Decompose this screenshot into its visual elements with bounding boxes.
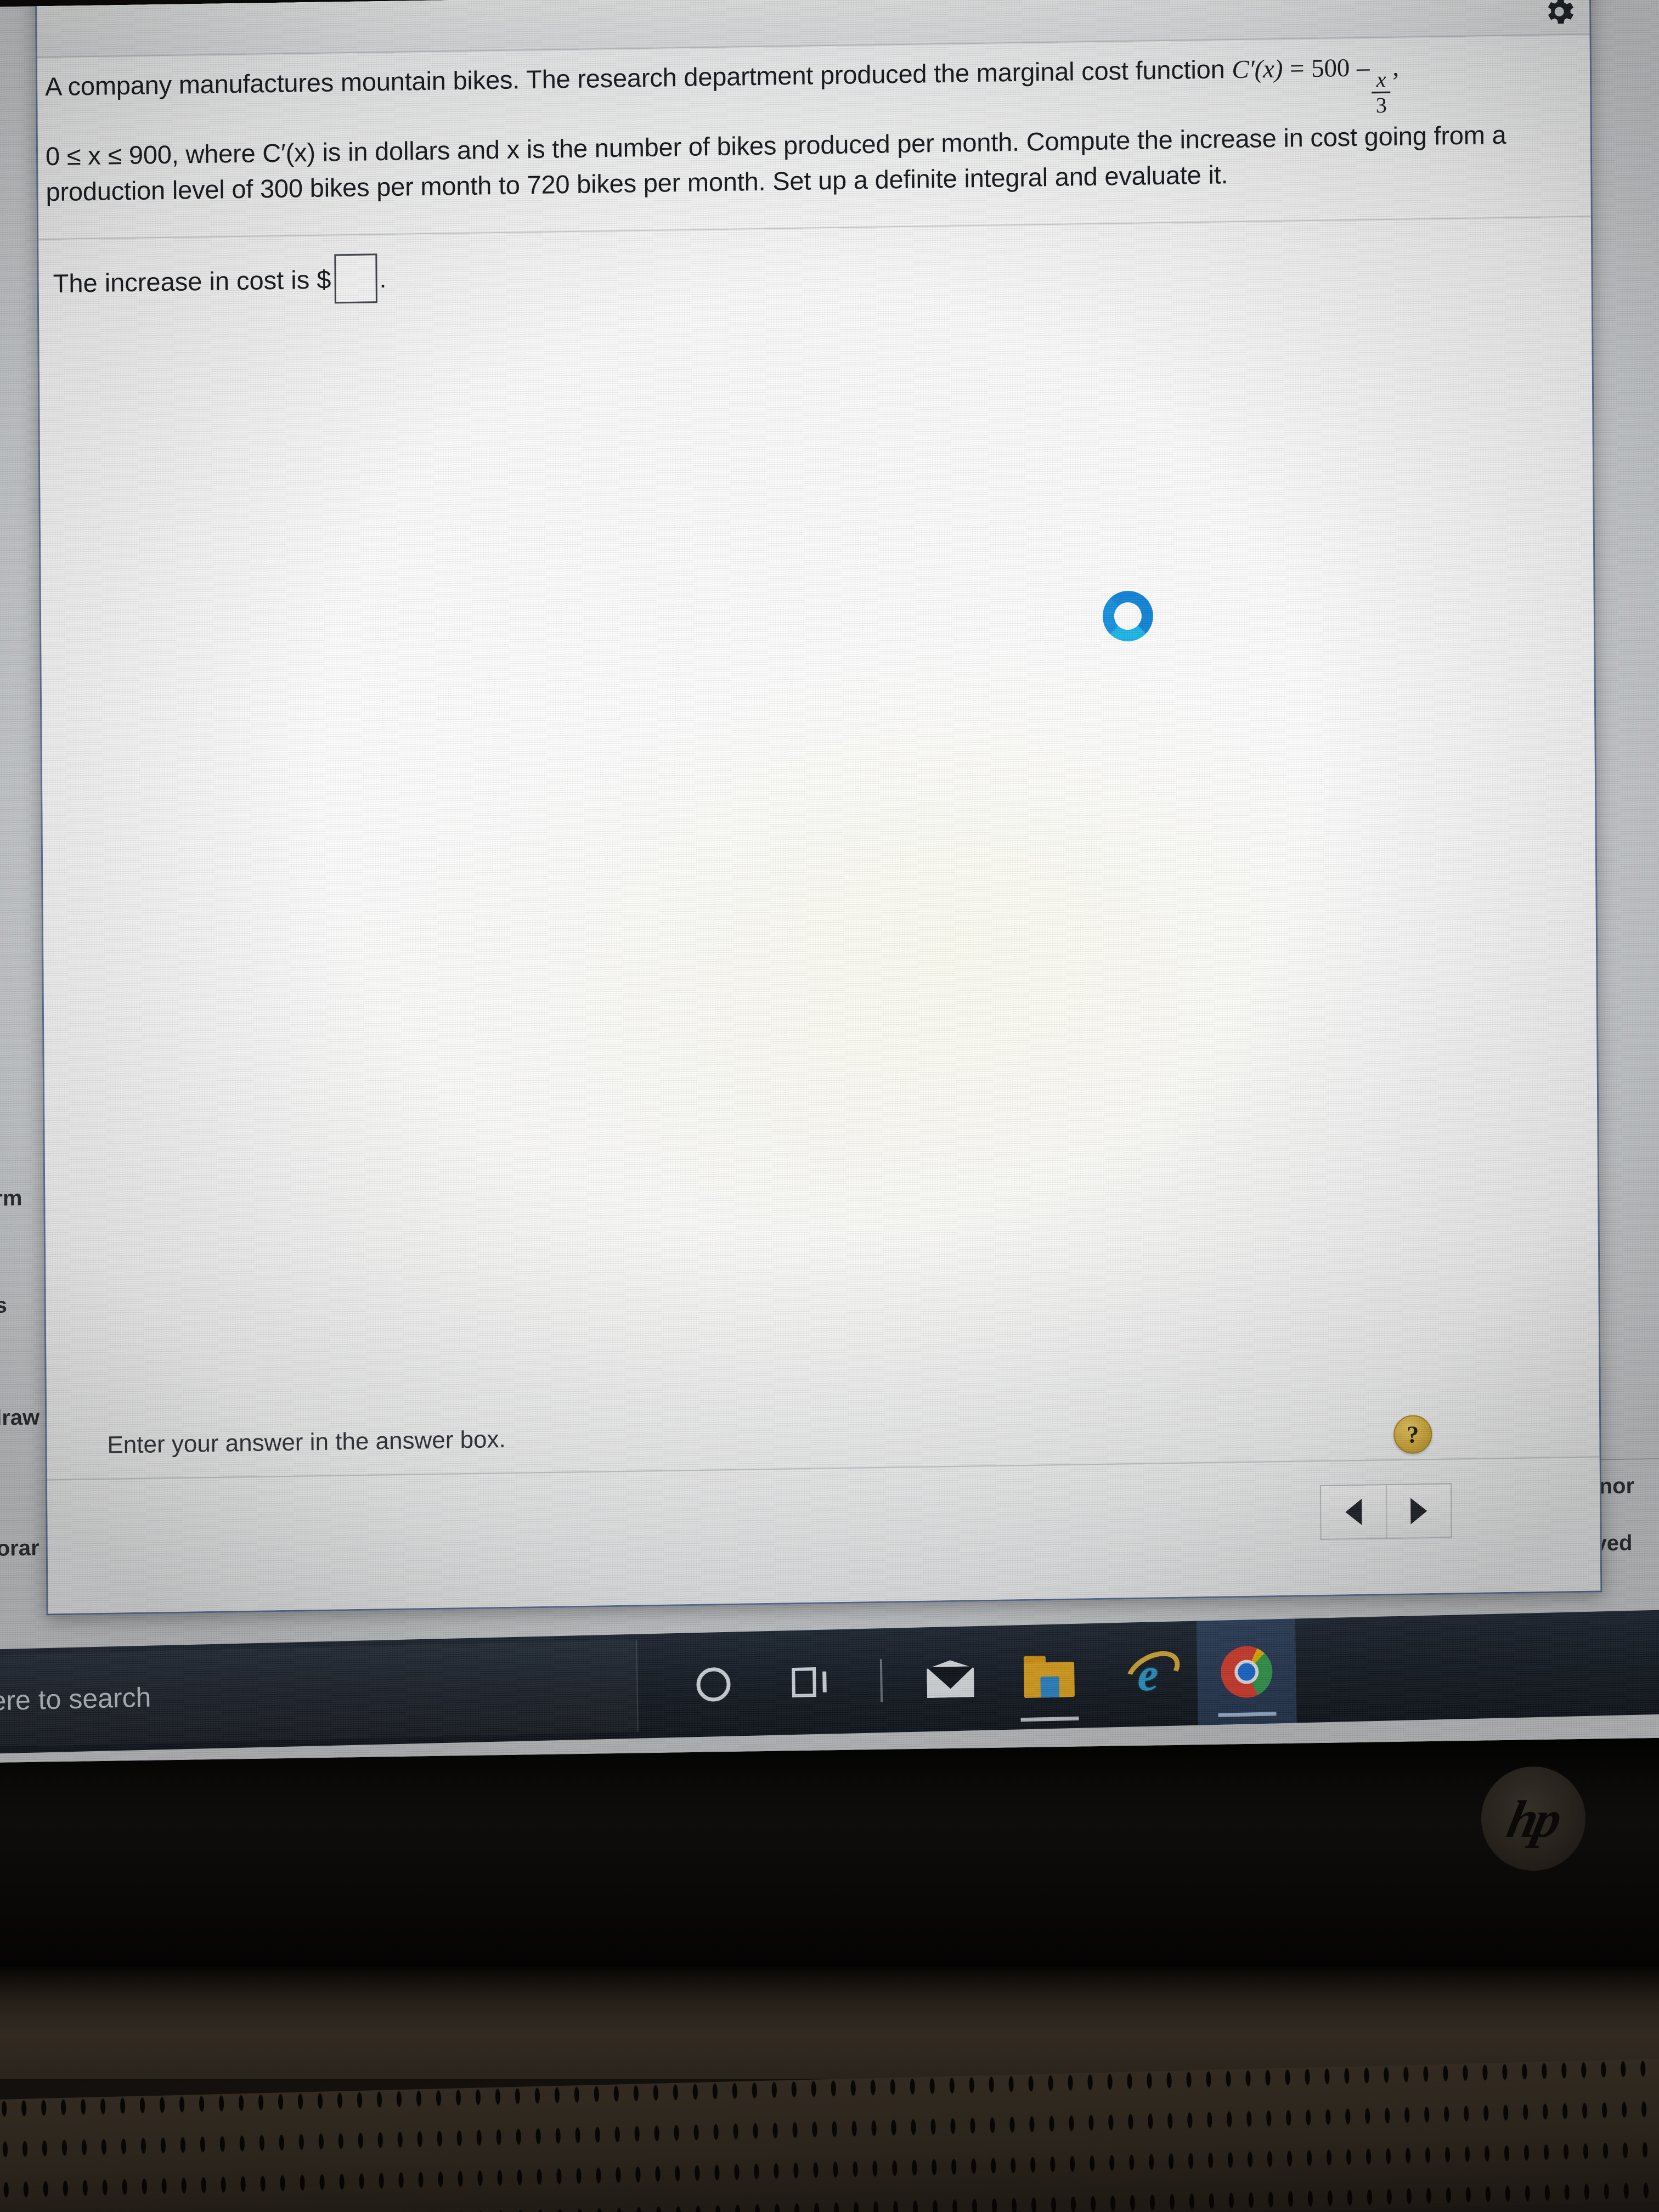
laptop-photo: hp rm s lraw orar conor erved A company …	[0, 0, 1659, 2212]
question-answer-divider	[38, 216, 1591, 240]
task-view-icon	[792, 1664, 833, 1700]
formula-comma: ,	[1392, 53, 1400, 82]
footer-divider	[47, 1456, 1600, 1481]
answer-hint-text: Enter your answer in the answer box.	[107, 1426, 506, 1459]
next-question-button[interactable]	[1385, 1484, 1451, 1538]
taskbar-item-cortana[interactable]	[663, 1631, 764, 1737]
chevron-right-icon	[1410, 1498, 1427, 1525]
help-button[interactable]: ?	[1393, 1414, 1432, 1454]
fraction-denominator: 3	[1375, 92, 1387, 117]
question-line-1: A company manufactures mountain bikes. T…	[44, 54, 1225, 101]
taskbar-item-task-view[interactable]	[762, 1629, 862, 1735]
folder-icon	[1023, 1655, 1075, 1699]
taskbar-item-file-explorer[interactable]	[999, 1623, 1099, 1730]
answer-prompt-label: The increase in cost is $	[53, 264, 331, 298]
constant-term: 500	[1311, 53, 1350, 83]
answer-row: The increase in cost is $ .	[53, 253, 387, 308]
folder-icon-clip	[1040, 1676, 1059, 1698]
bg-text-fragment: lraw	[0, 1405, 40, 1430]
question-window-body: A company manufactures mountain bikes. T…	[36, 0, 1601, 1614]
answer-input[interactable]	[334, 253, 377, 304]
taskbar-search-box[interactable]: here to search	[0, 1639, 639, 1747]
answer-period: .	[379, 263, 387, 293]
loading-spinner-icon	[1102, 590, 1154, 642]
laptop-keyboard-deck	[0, 1970, 1659, 2079]
taskbar-item-mail[interactable]	[900, 1626, 1001, 1732]
fraction-numerator: x	[1376, 66, 1386, 92]
taskbar-icons: e	[663, 1618, 1297, 1737]
screen-surface: rm s lraw orar conor erved A company man…	[0, 0, 1659, 1763]
search-input-placeholder: here to search	[0, 1681, 151, 1717]
hp-logo-text: hp	[1502, 1789, 1565, 1848]
bg-text-fragment: s	[0, 1293, 8, 1318]
question-navigation	[1319, 1483, 1452, 1540]
gear-icon[interactable]	[1541, 0, 1577, 30]
minus-sign: –	[1356, 53, 1370, 82]
question-window: A company manufactures mountain bikes. T…	[35, 0, 1602, 1616]
taskbar-running-indicator	[1020, 1716, 1079, 1722]
chevron-left-icon	[1345, 1498, 1362, 1526]
chrome-icon	[1220, 1645, 1273, 1699]
cortana-icon	[696, 1667, 731, 1702]
taskbar-running-indicator	[1218, 1712, 1277, 1717]
equals-sign: =	[1289, 54, 1305, 83]
taskbar-item-internet-explorer[interactable]: e	[1098, 1621, 1198, 1728]
bg-text-fragment: orar	[0, 1536, 40, 1561]
marginal-cost-function-name: C′(x)	[1232, 54, 1283, 84]
mail-icon	[927, 1660, 974, 1698]
laptop-screen: rm s lraw orar conor erved A company man…	[0, 0, 1659, 1763]
question-body: A company manufactures mountain bikes. T…	[37, 37, 1591, 208]
hp-logo: hp	[1481, 1767, 1585, 1871]
bg-text-fragment: rm	[0, 1186, 22, 1211]
taskbar-separator	[879, 1659, 883, 1702]
taskbar-item-chrome[interactable]	[1196, 1618, 1297, 1725]
internet-explorer-icon: e	[1122, 1647, 1173, 1701]
fraction-x-over-3: x3	[1372, 66, 1391, 117]
previous-question-button[interactable]	[1321, 1485, 1386, 1539]
